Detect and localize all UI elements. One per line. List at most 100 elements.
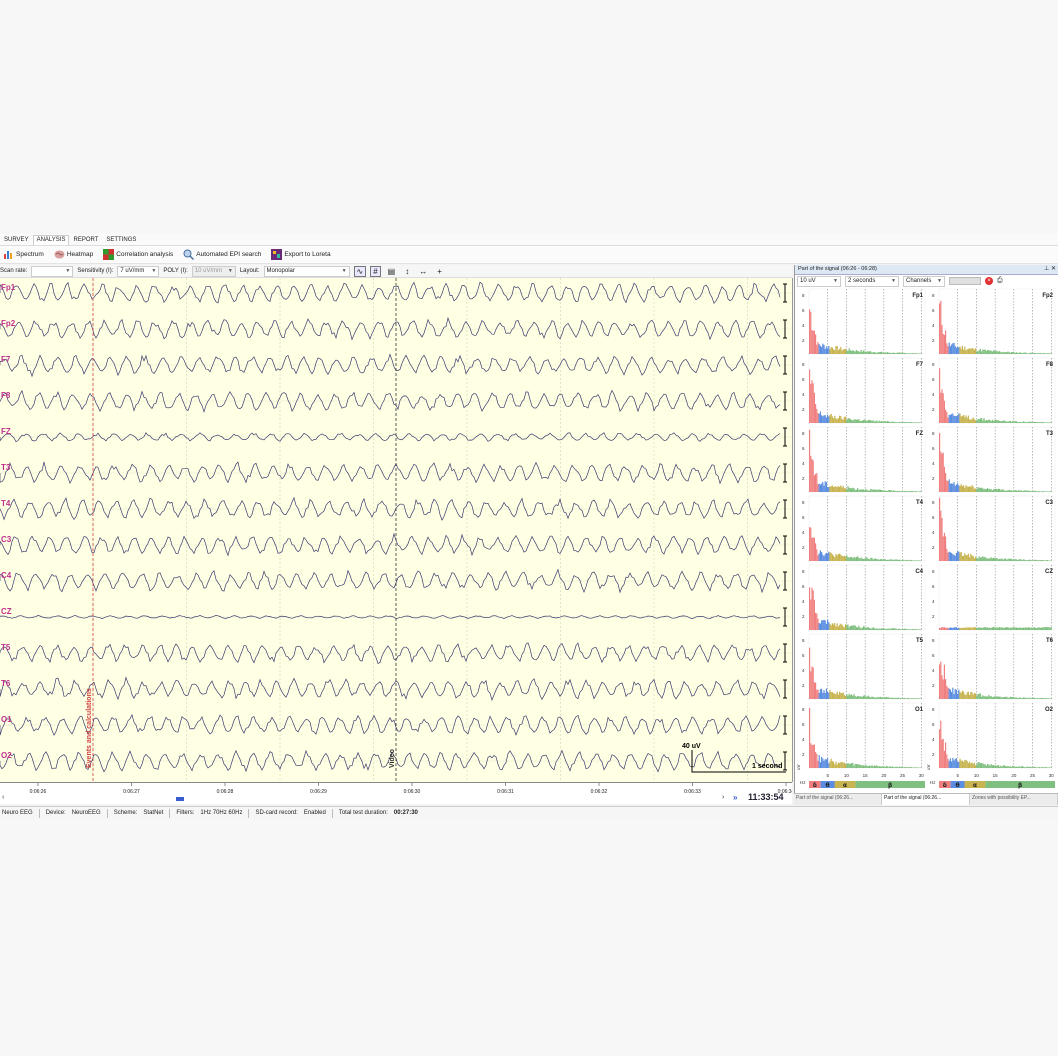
scan-rate-select[interactable]: ▼ [31,265,74,277]
spectrum-bar [825,481,827,492]
status-filters: 1Hz 70Hz 60Hz [200,810,243,816]
spectrum-bar [908,629,910,630]
spectrum-bar [812,460,814,492]
spectrum-bar [939,368,941,423]
spectrum-bar [842,419,844,423]
print-icon[interactable]: ⎙ [997,277,1003,285]
spectrum-bar [871,696,873,699]
spectrum-bar [839,415,841,423]
spectrum-bar [1036,422,1038,423]
poly-select[interactable]: 10 uV/mm ▼ [191,265,236,277]
spectrum-bar [953,694,955,699]
y-tick-label: 8 [932,569,935,574]
sensitivity-label: Sensitivity (I): [77,268,114,274]
spectrum-bar [897,491,899,492]
spectrum-bar [1033,627,1035,630]
horizontal-measure-icon[interactable]: ↔ [416,266,430,277]
close-icon[interactable]: ✕ [1051,266,1056,272]
spectrum-bar [1032,560,1034,561]
spectrum-bar [961,555,963,561]
eeg-traces: Fp1Fp2F7F8FZT3T4C3C4CZT5T6O1O2 Events and… [0,278,792,782]
spectrum-bar [1026,766,1028,768]
heatmap-button[interactable]: Heatmap [51,249,96,260]
grid-toggle-icon[interactable]: # [370,265,381,277]
spectrum-bar [1035,627,1037,630]
fast-forward-icon[interactable]: » [733,793,737,802]
spectrum-bar [999,558,1001,561]
clear-icon[interactable]: × [985,277,993,285]
spectrum-scale-select[interactable]: 10 uV ▼ [797,275,841,287]
spectrum-bar [822,620,824,630]
y-tick-label: 8 [802,293,805,298]
spectrum-bar [809,527,811,561]
tab-part-of-signal-1[interactable]: Part of the signal (06:26... [794,794,882,805]
spectrum-bar [890,628,892,630]
channel-label: O2 [1,751,12,760]
spectrum-bar [858,764,860,768]
spectrum-bar [941,675,943,699]
spectrum-bar [812,667,814,699]
spectrum-bar [1009,558,1011,561]
spectrum-bar [851,419,853,423]
spectrum-bar [905,490,907,492]
spectrum-bar [877,421,879,423]
spectrum-button[interactable]: Spectrum [0,249,47,260]
spectrum-bar [959,413,961,423]
spectrum-bar [999,488,1001,492]
y-tick-label: 6 [802,446,805,451]
sensitivity-select[interactable]: 7 uV/mm ▼ [117,265,160,277]
spectrum-bar [869,490,871,492]
spectrum-bar [865,557,867,561]
tab-part-of-signal-2[interactable]: Part of the signal (06:26... [882,794,970,805]
spectrum-bar [1029,697,1031,699]
spectrum-bar [883,421,885,423]
tab-zones-ep[interactable]: Zones with possibility EP... [970,794,1058,805]
automated-epi-search-button[interactable]: Automated EPI search [180,249,264,260]
spectrum-bar [881,489,883,492]
spectrum-bar [841,555,843,561]
spectrum-window-select[interactable]: 2 seconds ▼ [845,275,899,287]
page-layout-icon[interactable]: ▤ [385,266,399,277]
scroll-left-icon[interactable]: ‹ [2,794,4,801]
layout-select[interactable]: Monopolar ▼ [263,265,350,277]
tab-settings[interactable]: SETTINGS [102,235,140,245]
pin-icon[interactable]: ⊥ [1044,266,1049,272]
spectrum-bar [881,766,883,768]
spectrum-bar [954,555,956,561]
spectrum-bar [955,552,957,561]
spectrum-bar [1032,491,1034,492]
spectrum-bar [912,560,914,561]
spectrum-bar [821,620,823,630]
tab-survey[interactable]: SURVEY [0,235,33,245]
spectrum-bar [1002,489,1004,492]
spectrum-slider[interactable] [949,277,981,285]
spectrum-bar [979,627,981,630]
spectrum-bar [890,422,892,423]
spectrum-bar [960,551,962,561]
tab-report[interactable]: REPORT [69,235,102,245]
scroll-thumb[interactable] [176,797,184,801]
eeg-trace-area[interactable]: Fp1 Fp2 F7 F8 FZ T3 T4 C3 C4 CZ T5 T6 O1 O2 Events and… [0,278,793,782]
spectrum-bar [920,698,922,699]
spectrum-bar [1020,627,1022,630]
time-scrollbar[interactable]: ‹ › » [0,793,792,804]
spectrum-bar [872,696,874,699]
export-to-loreta-button[interactable]: Export to Loreta [268,249,333,260]
spectrum-bar [1048,627,1050,630]
vertical-measure-icon[interactable]: ↕ [402,266,412,277]
spectrum-channel-label: T4 [916,500,924,506]
spectrum-bar [972,486,974,492]
spectrum-bar [845,416,847,423]
crosshair-icon[interactable]: + [434,266,445,277]
spectrum-bar [966,555,968,561]
scroll-right-icon[interactable]: › [722,794,724,801]
spectrum-bar [825,552,827,561]
correlation-analysis-button[interactable]: Correlation analysis [100,249,176,260]
channels-select[interactable]: Channels ▼ [903,275,945,287]
waveform-tool-icon[interactable]: ∿ [353,265,367,277]
spectrum-bar [858,351,860,354]
spectrum-bar [914,560,916,561]
tab-analysis[interactable]: ANALYSIS [32,235,70,245]
spectrum-bar [951,344,953,354]
spectrum-bar [988,764,990,768]
